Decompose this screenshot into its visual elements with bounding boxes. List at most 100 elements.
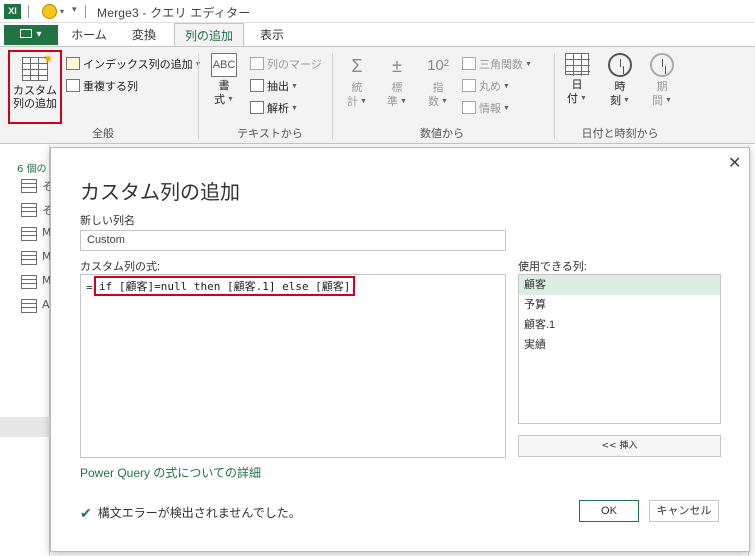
table-icon[interactable]: [21, 179, 37, 193]
extract-abc-icon: [250, 79, 264, 92]
list-item[interactable]: 顧客: [519, 275, 720, 295]
stopwatch-icon: [650, 53, 674, 77]
duration-button[interactable]: 期 間 ▼: [645, 53, 679, 108]
format-line2: 式 ▼: [214, 94, 234, 106]
scientific-line1: 指: [432, 82, 444, 94]
scientific-line2: 数 ▼: [428, 96, 448, 108]
format-button[interactable]: ABC 書 式 ▼: [207, 53, 241, 107]
group-label-text: テキストから: [237, 128, 303, 140]
customize-qat-icon[interactable]: ▾: [72, 5, 77, 15]
new-column-name-input[interactable]: Custom: [80, 230, 506, 251]
syntax-status: ✔ 構文エラーが検出されませんでした。: [80, 504, 301, 522]
smiley-feedback-icon[interactable]: [42, 4, 57, 19]
info-icon: [462, 101, 476, 114]
ribbon-tabs: ▾ ホーム 変換 列の追加 表示: [0, 23, 755, 47]
available-columns-label: 使用できる列:: [518, 261, 587, 273]
table-star-icon: ✷: [22, 52, 53, 81]
table-icon[interactable]: [21, 251, 37, 265]
merge-columns-button[interactable]: 列のマージ: [250, 56, 322, 72]
time-line1: 時: [614, 81, 626, 93]
tab-transform[interactable]: 変換: [118, 23, 170, 47]
custom-column-line2: 列の追加: [13, 98, 57, 110]
close-icon[interactable]: ✕: [728, 153, 741, 172]
check-icon: ✔: [80, 505, 92, 521]
extract-button[interactable]: 抽出 ▼: [250, 78, 298, 94]
custom-column-line1: カスタム: [13, 85, 57, 97]
formula-label: カスタム列の式:: [80, 261, 161, 273]
custom-column-label: カスタム 列の追加: [10, 85, 60, 111]
round-button[interactable]: 丸め ▼: [462, 78, 510, 94]
stats-line1: 統: [351, 82, 363, 94]
trig-label: 三角関数: [479, 59, 523, 71]
list-item[interactable]: 実績: [519, 335, 720, 355]
custom-column-button[interactable]: ✷ カスタム 列の追加: [8, 50, 62, 124]
standard-button[interactable]: ± 標 準 ▼: [380, 53, 414, 109]
group-separator: [554, 53, 555, 139]
time-button[interactable]: 時 刻 ▼: [603, 53, 637, 108]
standard-line1: 標: [391, 82, 403, 94]
group-label-general: 全般: [92, 128, 114, 140]
sigma-icon: Σ: [351, 56, 363, 76]
power-query-help-link[interactable]: Power Query の式についての詳細: [80, 464, 261, 481]
calendar-icon: [565, 53, 590, 76]
ribbon: ✷ カスタム 列の追加 インデックス列の追加▼ 重複する列 全般 ABC 書 式…: [0, 46, 755, 144]
new-column-name-label: 新しい列名: [80, 215, 135, 227]
status-text: 構文エラーが検出されませんでした。: [97, 506, 301, 520]
chevron-down-icon: ▼: [503, 83, 510, 90]
round-label: 丸め: [479, 81, 501, 93]
group-label-number: 数値から: [420, 128, 464, 140]
sparkle-icon: ✷: [42, 52, 53, 66]
list-item[interactable]: 予算: [519, 295, 720, 315]
add-index-column-button[interactable]: インデックス列の追加▼: [66, 56, 202, 72]
table-icon[interactable]: [21, 275, 37, 289]
tab-home[interactable]: ホーム: [63, 23, 115, 47]
ok-button[interactable]: OK: [579, 500, 639, 522]
excel-app-icon: XI: [4, 4, 21, 19]
duration-line2: 間 ▼: [652, 95, 672, 107]
duplicate-column-icon: [66, 79, 80, 92]
extract-label: 抽出: [267, 81, 289, 93]
table-icon[interactable]: [21, 203, 37, 217]
window-title: Merge3 - クエリ エディター: [97, 6, 251, 20]
parse-label: 解析: [267, 103, 289, 115]
clock-icon: [608, 53, 632, 77]
group-separator: [198, 53, 199, 139]
queries-count: 6 個の: [17, 164, 47, 175]
qat-separator: [28, 5, 29, 18]
insert-button[interactable]: << 挿入: [518, 435, 721, 457]
table-icon[interactable]: [21, 299, 37, 313]
merge-label: 列のマージ: [267, 59, 322, 71]
triangle-icon: [462, 57, 476, 70]
round-icon: [462, 79, 476, 92]
file-tab[interactable]: ▾: [4, 25, 58, 45]
date-button[interactable]: 日 付 ▼: [560, 53, 594, 106]
trigonometry-button[interactable]: 三角関数 ▼: [462, 56, 532, 72]
chevron-down-icon: ▾: [36, 29, 42, 40]
info-label: 情報: [479, 103, 501, 115]
chevron-down-icon: ▼: [291, 83, 298, 90]
custom-column-dialog: ✕ カスタム列の追加 新しい列名 Custom カスタム列の式: = if [顧…: [50, 147, 750, 552]
title-bar: XI ▾ ▾ Merge3 - クエリ エディター: [0, 0, 755, 23]
tab-add-column[interactable]: 列の追加: [174, 23, 244, 47]
qat-separator: [85, 5, 86, 18]
information-button[interactable]: 情報 ▼: [462, 100, 510, 116]
duplicate-column-button[interactable]: 重複する列: [66, 78, 138, 94]
chevron-down-icon: ▼: [525, 61, 532, 68]
table-icon[interactable]: [21, 227, 37, 241]
list-item[interactable]: 顧客.1: [519, 315, 720, 335]
duplicate-label: 重複する列: [83, 81, 138, 93]
format-line1: 書: [218, 80, 230, 92]
query-item[interactable]: A: [42, 298, 50, 311]
selected-query-highlight: [0, 417, 50, 437]
chevron-down-icon: ▼: [291, 105, 298, 112]
cancel-button[interactable]: キャンセル: [649, 500, 719, 522]
chevron-down-icon[interactable]: ▾: [60, 7, 64, 16]
formula-editor[interactable]: = if [顧客]=null then [顧客.1] else [顧客]: [80, 274, 506, 458]
parse-button[interactable]: 解析 ▼: [250, 100, 298, 116]
add-index-label: インデックス列の追加: [83, 59, 193, 71]
statistics-button[interactable]: Σ 統 計 ▼: [340, 53, 374, 109]
tab-view[interactable]: 表示: [248, 23, 296, 47]
date-line2: 付 ▼: [567, 93, 587, 105]
scientific-button[interactable]: 10² 指 数 ▼: [421, 53, 455, 109]
stats-line2: 計 ▼: [347, 96, 367, 108]
